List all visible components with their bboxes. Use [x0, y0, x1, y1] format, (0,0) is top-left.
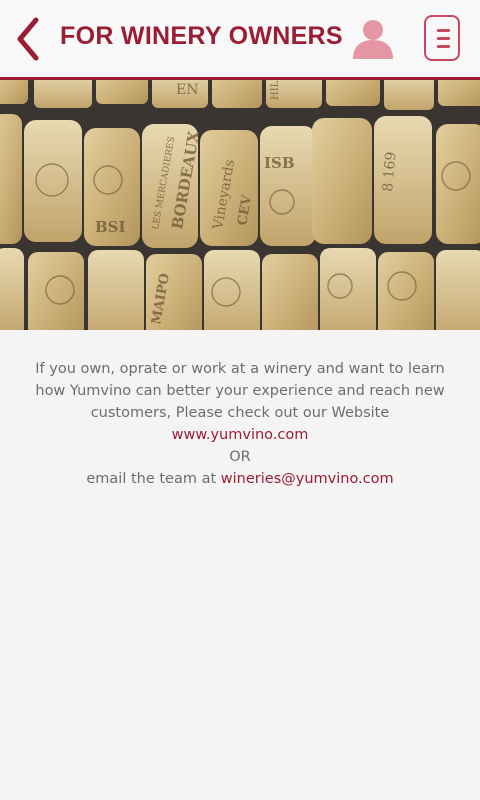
- message-line: If you own, oprate or work at a winery a…: [35, 361, 445, 377]
- info-message: If you own, oprate or work at a winery a…: [0, 358, 480, 490]
- menu-icon[interactable]: [424, 15, 460, 61]
- cork-banner-image: EN HILLS BORDEAUX LES MERCADIERES Vineya…: [0, 80, 480, 330]
- page-title: FOR WINERY OWNERS: [60, 22, 343, 50]
- svg-text:ISB: ISB: [264, 154, 295, 172]
- email-prefix-text: email the team at: [86, 471, 221, 487]
- website-link[interactable]: www.yumvino.com: [172, 427, 309, 443]
- wine-corks-photo: EN HILLS BORDEAUX LES MERCADIERES Vineya…: [0, 80, 480, 330]
- svg-text:HILLS: HILLS: [270, 80, 281, 100]
- message-line: how Yumvino can better your experience a…: [35, 383, 445, 399]
- chevron-left-icon[interactable]: [10, 14, 44, 64]
- app-header: FOR WINERY OWNERS: [0, 0, 480, 80]
- email-link[interactable]: wineries@yumvino.com: [221, 471, 394, 487]
- user-icon[interactable]: [350, 18, 396, 60]
- svg-text:EN: EN: [176, 82, 198, 98]
- svg-text:BSI: BSI: [95, 218, 126, 236]
- or-separator: OR: [229, 449, 251, 465]
- message-line: customers, Please check out our Website: [90, 405, 390, 421]
